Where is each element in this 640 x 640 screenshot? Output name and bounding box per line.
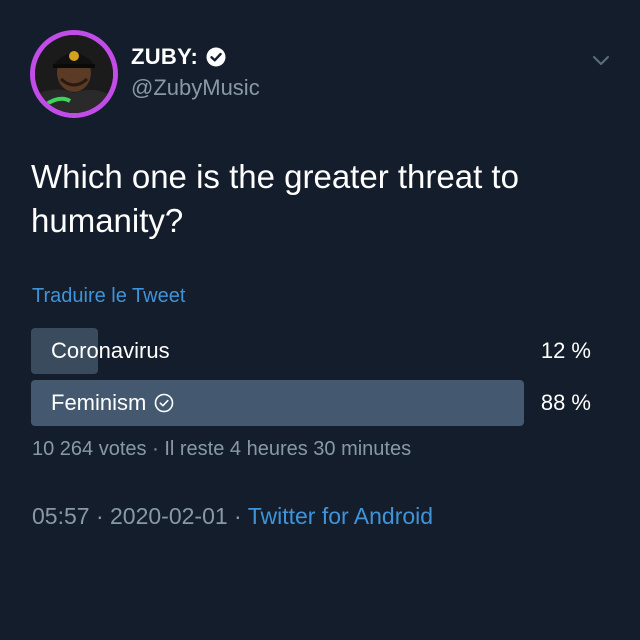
tweet-metadata: 05:57 · 2020-02-01 · Twitter for Android (32, 503, 433, 530)
poll-option-coronavirus: Coronavirus 12 % (31, 328, 591, 374)
poll-vote-count: 10 264 votes (32, 438, 147, 460)
avatar-photo (35, 35, 113, 113)
poll-time-remaining: Il reste 4 heures 30 minutes (164, 438, 412, 460)
tweet-text: Which one is the greater threat to human… (31, 158, 519, 239)
poll-option-label: Feminism (51, 380, 174, 426)
poll-option-label: Coronavirus (51, 328, 170, 374)
translate-tweet-link[interactable]: Traduire le Tweet (32, 285, 185, 308)
meta-separator: · (227, 503, 248, 529)
meta-separator: · (89, 503, 111, 529)
author-block: ZUBY: @ZubyMusic (131, 43, 260, 101)
display-name[interactable]: ZUBY: (131, 44, 198, 70)
chevron-down-icon[interactable] (588, 50, 614, 70)
name-row: ZUBY: (131, 43, 260, 71)
avatar[interactable] (30, 30, 118, 118)
poll-meta-separator: · (146, 438, 165, 460)
tweet-card: ZUBY: @ZubyMusic Which one is the greate… (0, 0, 640, 640)
check-circle-icon (155, 393, 174, 413)
tweet-time[interactable]: 05:57 (32, 503, 90, 529)
user-handle[interactable]: @ZubyMusic (131, 75, 260, 101)
poll-option-percent: 88 % (540, 390, 591, 415)
poll-summary: 10 264 votes · Il reste 4 heures 30 minu… (32, 438, 411, 461)
poll-option-percent: 12 % (540, 338, 591, 363)
verified-badge-icon (206, 47, 226, 67)
avatar-portrait (35, 35, 113, 113)
poll-option-text: Feminism (51, 390, 147, 415)
tweet-date[interactable]: 2020-02-01 (110, 503, 228, 529)
poll-option-text: Coronavirus (51, 338, 170, 363)
tweet-source-link[interactable]: Twitter for Android (248, 503, 433, 529)
poll-option-feminism: Feminism 88 % (31, 380, 591, 426)
